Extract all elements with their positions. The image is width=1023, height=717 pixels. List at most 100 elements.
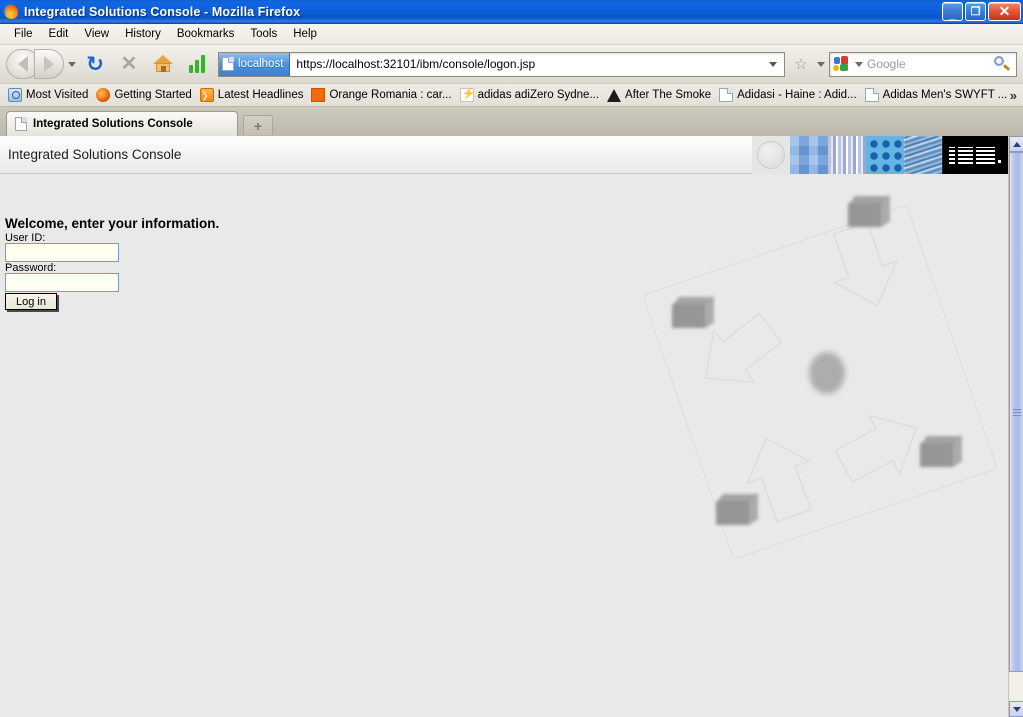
- restore-icon: ❐: [970, 6, 981, 18]
- tab-integrated-solutions-console[interactable]: Integrated Solutions Console: [6, 111, 238, 136]
- address-bar[interactable]: localhost https://localhost:32101/ibm/co…: [218, 51, 785, 77]
- search-input[interactable]: Google: [863, 57, 992, 71]
- page-title: Integrated Solutions Console: [8, 147, 182, 162]
- address-dropdown-icon[interactable]: [817, 61, 825, 67]
- bookmark-adidasi-haine[interactable]: Adidasi - Haine : Adid...: [716, 87, 862, 103]
- bookmark-star-icon[interactable]: ☆: [789, 51, 813, 77]
- scrollbar-grip: [1013, 408, 1021, 416]
- watermark-center-ellipse: [809, 352, 845, 394]
- scrollbar-thumb[interactable]: [1009, 152, 1023, 672]
- watermark-square: [642, 204, 998, 560]
- search-engine-chevron-icon[interactable]: [855, 61, 863, 67]
- nav-button-group: [6, 49, 76, 79]
- bookmark-adidas-adizero[interactable]: adidas adiZero Sydne...: [457, 87, 604, 103]
- page-icon: [222, 57, 234, 71]
- bookmark-label: Orange Romania : car...: [329, 89, 452, 101]
- stop-icon[interactable]: ✕: [114, 49, 144, 79]
- page-icon: [15, 117, 27, 131]
- minimize-button[interactable]: _: [942, 2, 963, 21]
- ibm-banner: [752, 136, 1008, 174]
- bookmarks-overflow-icon[interactable]: »: [1010, 88, 1017, 103]
- home-icon[interactable]: [148, 49, 178, 79]
- bookmark-label: Most Visited: [26, 89, 89, 101]
- bookmark-adidas-swyft[interactable]: Adidas Men's SWYFT ...: [862, 87, 1013, 103]
- scroll-down-button[interactable]: [1009, 701, 1023, 717]
- bookmark-label: adidas adiZero Sydne...: [477, 89, 600, 101]
- login-button[interactable]: Log in: [5, 293, 57, 310]
- vertical-scrollbar[interactable]: [1008, 136, 1023, 717]
- search-box[interactable]: Google: [829, 51, 1017, 77]
- title-bar: Integrated Solutions Console - Mozilla F…: [0, 0, 1023, 24]
- bookmark-label: Getting Started: [114, 89, 192, 101]
- chevron-up-icon: [1012, 141, 1021, 147]
- menu-help[interactable]: Help: [285, 26, 325, 42]
- tab-bar: Integrated Solutions Console +: [0, 107, 1023, 136]
- menu-file[interactable]: File: [6, 26, 41, 42]
- menu-history[interactable]: History: [117, 26, 169, 42]
- bookmark-label: Latest Headlines: [217, 89, 304, 101]
- userid-input[interactable]: [5, 243, 119, 262]
- browser-window: Integrated Solutions Console - Mozilla F…: [0, 0, 1023, 717]
- reload-icon[interactable]: ↻: [80, 49, 110, 79]
- triangle-favicon: [607, 88, 622, 102]
- menu-view[interactable]: View: [76, 26, 117, 42]
- watermark-server-box: [716, 494, 760, 530]
- new-tab-button[interactable]: +: [243, 115, 273, 135]
- close-icon: ✕: [998, 3, 1011, 19]
- plus-icon: +: [253, 117, 263, 134]
- bookmark-getting-started[interactable]: Getting Started: [93, 87, 196, 103]
- chevron-down-icon[interactable]: [769, 61, 777, 67]
- blue-dots-tile: [866, 136, 904, 174]
- watermark-server-box: [848, 196, 892, 232]
- page-viewport: Integrated Solutions Console Welcome, en…: [0, 136, 1008, 717]
- url-text[interactable]: https://localhost:32101/ibm/console/logo…: [290, 57, 769, 71]
- console-header: Integrated Solutions Console: [0, 136, 1008, 174]
- most-visited-icon: [8, 88, 22, 102]
- chevron-down-icon[interactable]: [68, 61, 76, 67]
- watermark-server-box: [920, 436, 964, 472]
- forward-arrow-icon[interactable]: [34, 49, 64, 79]
- window-controls: _ ❐ ✕: [942, 2, 1021, 21]
- orange-favicon: [311, 88, 326, 102]
- console-watermark-graphic: [642, 184, 1008, 604]
- restore-button[interactable]: ❐: [965, 2, 986, 21]
- window-title: Integrated Solutions Console - Mozilla F…: [24, 4, 301, 19]
- firefox-icon: [3, 3, 19, 20]
- bookmark-after-the-smoke[interactable]: After The Smoke: [604, 88, 716, 103]
- page-favicon: [864, 88, 879, 102]
- login-page-body: Welcome, enter your information. User ID…: [0, 174, 1008, 717]
- tab-label: Integrated Solutions Console: [33, 118, 193, 130]
- minimize-icon: _: [948, 6, 957, 21]
- navigation-toolbar: ↻ ✕ localhost https://localhost:32101/ib…: [0, 45, 1023, 84]
- magnifier-icon[interactable]: [992, 54, 1012, 74]
- menu-edit[interactable]: Edit: [41, 26, 77, 42]
- bookmark-label: After The Smoke: [625, 89, 712, 101]
- menu-bar: File Edit View History Bookmarks Tools H…: [0, 24, 1023, 45]
- menu-bookmarks[interactable]: Bookmarks: [169, 26, 243, 42]
- bar-chart-icon[interactable]: [182, 49, 212, 79]
- close-button[interactable]: ✕: [988, 2, 1021, 21]
- ibm-logo: [942, 136, 1008, 174]
- watermark-arrows: [704, 221, 918, 523]
- firefox-icon: [96, 88, 111, 102]
- scroll-up-button[interactable]: [1009, 136, 1023, 152]
- bookmark-label: Adidas Men's SWYFT ...: [882, 89, 1008, 101]
- password-input[interactable]: [5, 273, 119, 292]
- vertical-stripes-tile: [828, 136, 866, 174]
- page-favicon: [719, 88, 734, 102]
- bookmark-latest-headlines[interactable]: Latest Headlines: [197, 87, 309, 103]
- adidas-favicon: [459, 87, 475, 102]
- bookmark-label: Adidasi - Haine : Adid...: [737, 89, 857, 101]
- google-icon: [833, 56, 849, 72]
- grey-circle-tile: [752, 136, 790, 174]
- bookmark-orange-romania[interactable]: Orange Romania : car...: [308, 87, 456, 103]
- bookmarks-toolbar: Most Visited Getting Started Latest Head…: [0, 84, 1023, 107]
- bookmark-most-visited[interactable]: Most Visited: [5, 87, 93, 103]
- identity-label: localhost: [238, 58, 284, 70]
- blue-checkerboard-tile: [790, 136, 828, 174]
- menu-tools[interactable]: Tools: [242, 26, 285, 42]
- water-texture-tile: [904, 136, 942, 174]
- chevron-down-icon: [1012, 706, 1021, 712]
- watermark-server-box: [672, 297, 716, 333]
- site-identity-badge[interactable]: localhost: [219, 52, 291, 76]
